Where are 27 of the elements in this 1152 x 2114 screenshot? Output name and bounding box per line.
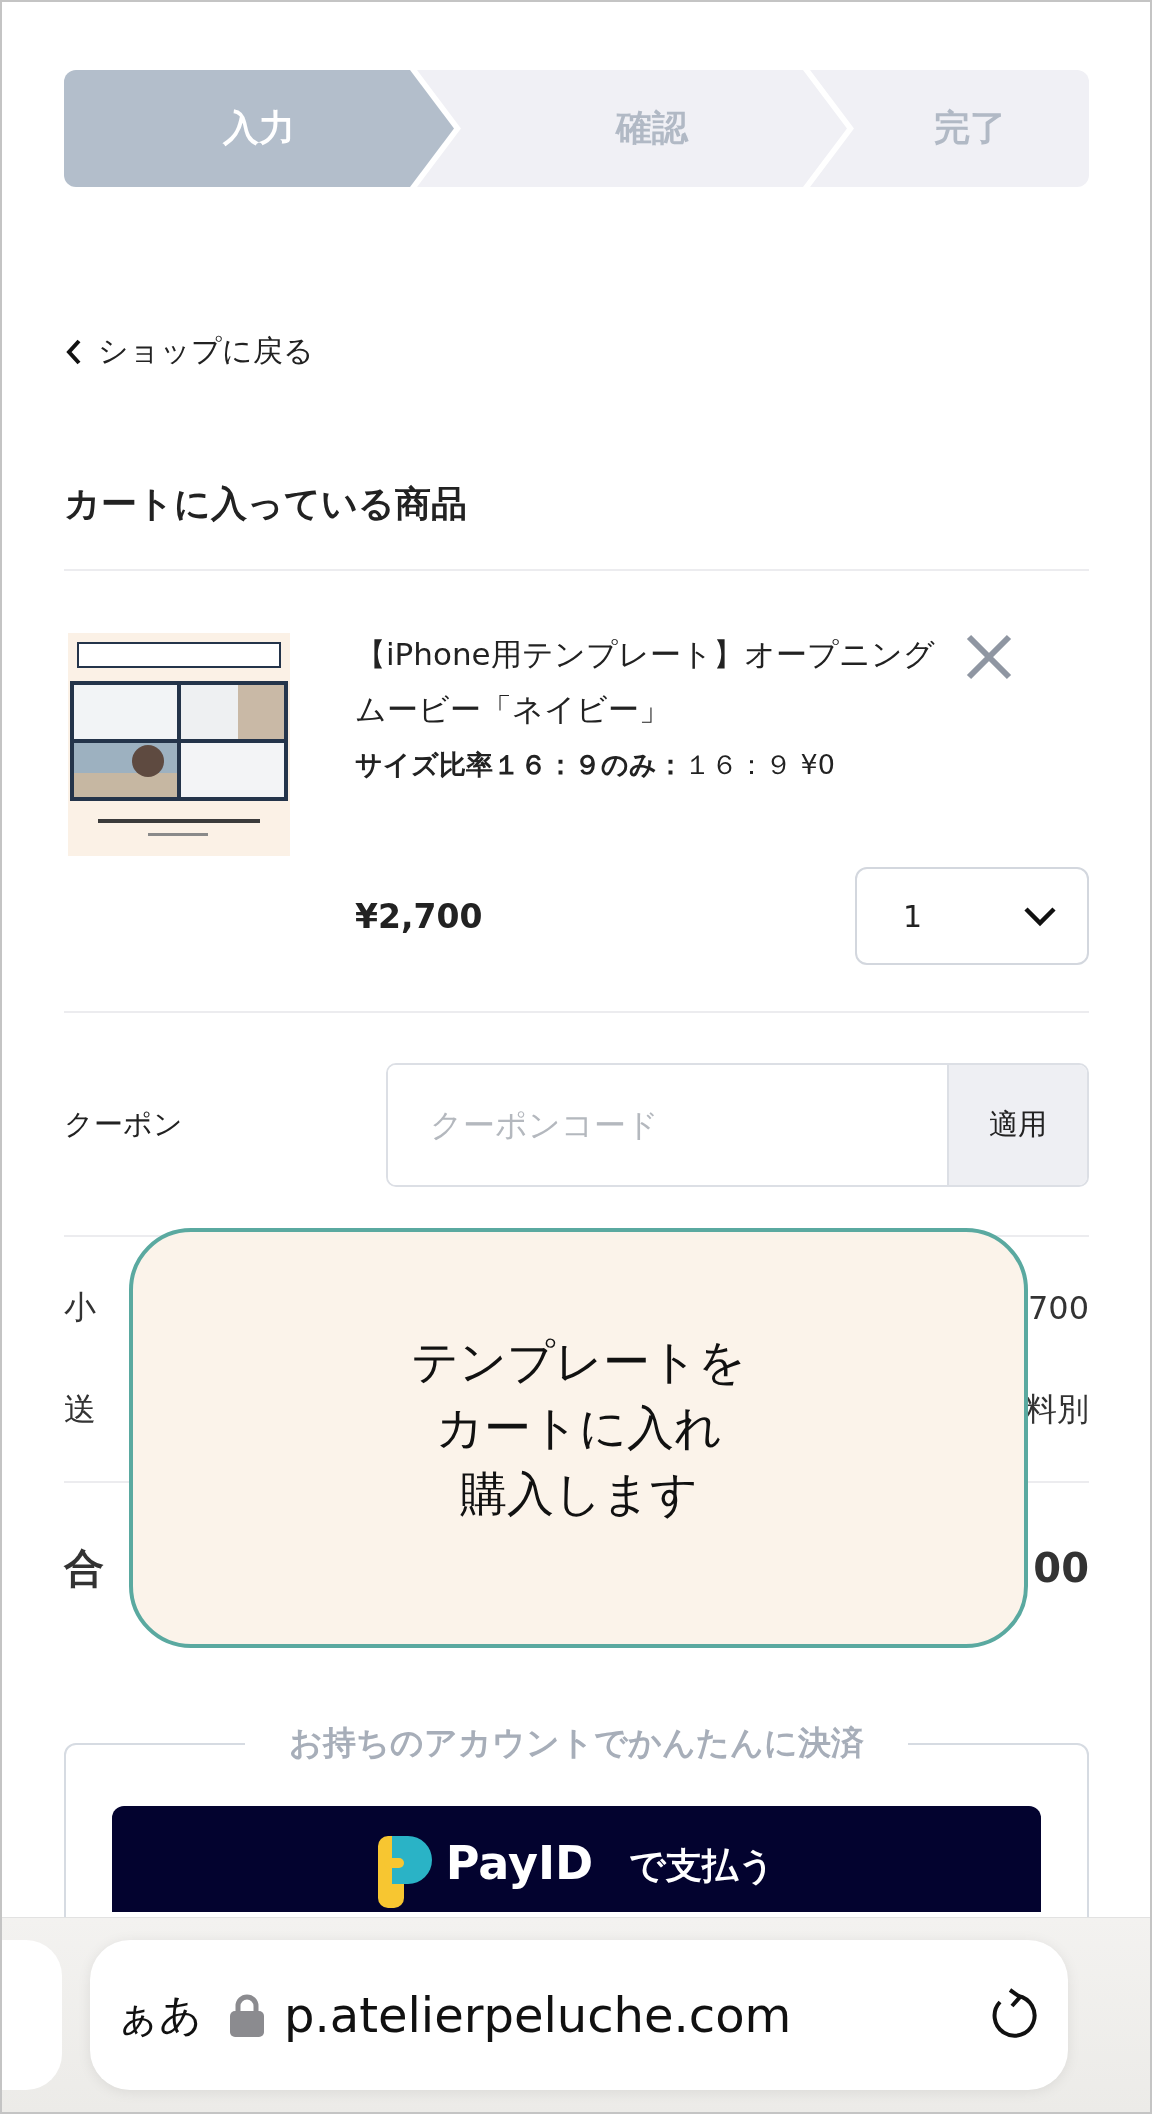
close-icon[interactable]	[965, 633, 1013, 681]
product-option: サイズ比率１６：９のみ：１６：９ ¥0	[355, 747, 1089, 783]
callout-text: 購入します	[459, 1465, 698, 1523]
total-value: 700	[1027, 1289, 1089, 1327]
url-text: p.atelierpeluche.com	[284, 1987, 793, 2043]
coupon-label: クーポン	[64, 1106, 184, 1143]
payid-button[interactable]: PayID で支払う	[112, 1806, 1041, 1912]
product-title[interactable]: 【iPhone用テンプレート】オープニングムービー「ネイビー」	[355, 627, 945, 737]
coupon-field[interactable]: クーポンコード 適用	[386, 1063, 1089, 1187]
total-value: 料別	[1025, 1389, 1089, 1430]
back-link[interactable]: ショップに戻る	[64, 331, 314, 372]
lock-icon	[230, 1993, 264, 2037]
total-label: 送	[64, 1389, 96, 1430]
callout-text: カートに入れ	[435, 1399, 722, 1457]
product-price: ¥2,700	[355, 896, 483, 936]
quantity-select[interactable]: 1	[855, 867, 1089, 965]
total-value: 00	[1033, 1545, 1089, 1591]
cart-heading: カートに入っている商品	[64, 482, 468, 526]
payment-legend: お持ちのアカウントでかんたんに決済	[245, 1721, 908, 1766]
text-size-button[interactable]: ぁあ	[116, 1987, 210, 2043]
callout-text: テンプレートを	[411, 1333, 746, 1391]
logo-icon	[377, 1836, 432, 1908]
total-label: 合	[64, 1543, 104, 1593]
total-label: 小	[64, 1287, 96, 1328]
address-bar[interactable]: ぁあ p.atelierpeluche.com	[90, 1940, 1068, 2090]
chevron-down-icon	[1023, 905, 1057, 927]
apply-button[interactable]: 適用	[947, 1065, 1087, 1185]
